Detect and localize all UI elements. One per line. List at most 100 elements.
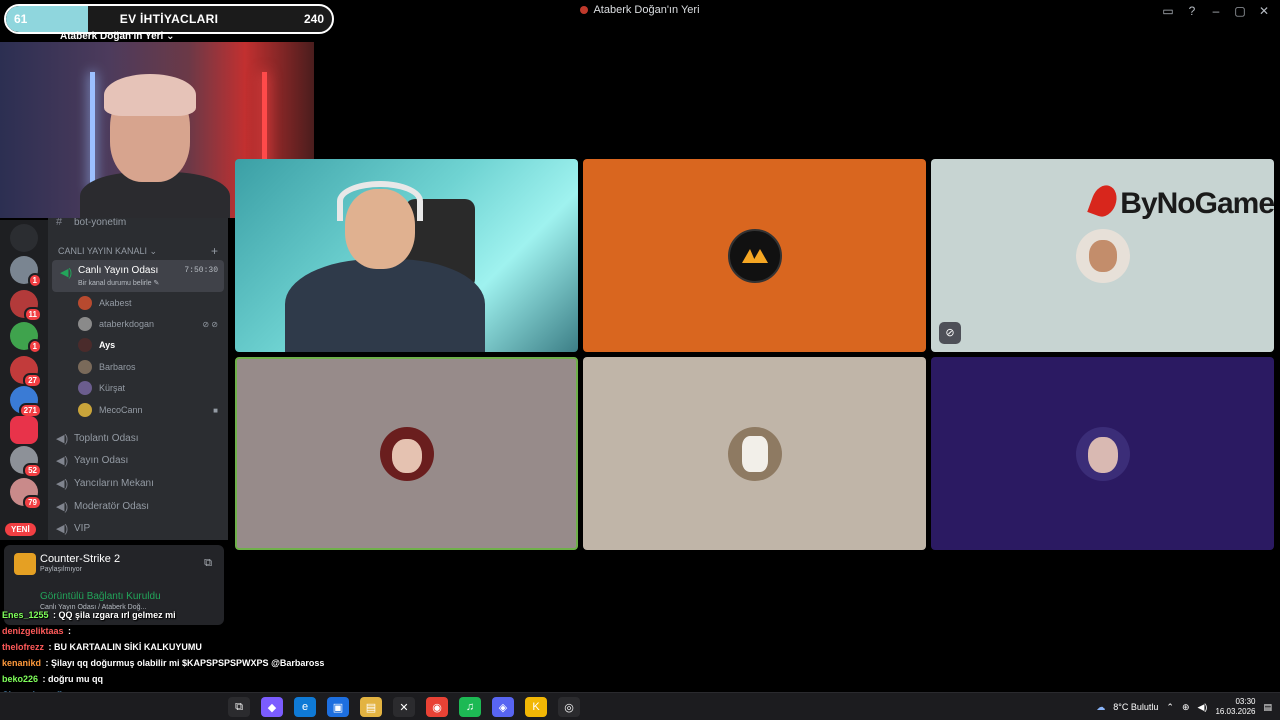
goal-target: 240 (303, 12, 324, 26)
game-status: Paylaşılmıyor (40, 566, 83, 573)
video-tile[interactable] (583, 357, 926, 550)
server-icon[interactable]: 11 (10, 290, 42, 322)
speaker-icon: ◀) (56, 454, 69, 467)
avatar (1075, 228, 1130, 283)
server-icon[interactable]: 1 (10, 322, 42, 354)
avatar-face (391, 439, 422, 474)
app-icon (580, 6, 589, 14)
avatar (78, 403, 92, 417)
voice-channel[interactable]: ◀) Yancıların Mekanı (56, 473, 224, 493)
camera-icon: ■ (213, 406, 218, 415)
minimize-button[interactable]: – (1206, 2, 1226, 20)
voice-member[interactable]: MecoCann (78, 401, 143, 419)
server-icon[interactable]: 79 (10, 478, 42, 510)
server-icon[interactable]: 27 (10, 356, 42, 388)
chat-separator: : (40, 674, 49, 684)
avatar-face (741, 435, 768, 472)
system-tray: ☁ 8°C Bulutlu ⌃ ⊕ ◀) 03:30 16.03.2026 ▤ (1096, 697, 1272, 717)
chat-username[interactable]: thelofrezz (2, 642, 44, 652)
chat-separator: : (50, 610, 59, 620)
voice-member[interactable]: Ays (78, 336, 115, 354)
voice-channel[interactable]: ◀) Toplantı Odası (56, 428, 224, 448)
brand-mark-icon (1087, 181, 1122, 221)
avatar (78, 317, 92, 331)
donation-goal-bar: 61 EV İHTİYACLARI 240 (4, 4, 334, 34)
chat-username[interactable]: Enes_1255 (2, 610, 49, 620)
clock[interactable]: 03:30 16.03.2026 (1215, 697, 1255, 717)
channel-live-room[interactable]: ◀) Canlı Yayın Odası Bir kanal durumu be… (52, 260, 224, 292)
brand-logo: ByNoGame (1087, 181, 1274, 221)
taskbar-app-icon[interactable]: ◆ (261, 697, 283, 717)
avatar (78, 360, 92, 374)
avatar (727, 426, 782, 481)
chat-separator: : (46, 642, 55, 652)
chat-username[interactable]: denizgeliktaas (2, 626, 64, 636)
avatar (78, 338, 92, 352)
notification-icon[interactable]: ▤ (1263, 702, 1272, 713)
taskbar-app-icon[interactable]: ◈ (492, 697, 514, 717)
network-icon[interactable]: ⊕ (1182, 702, 1190, 713)
chat-text: doğru mu qq (48, 674, 104, 684)
video-tile[interactable] (931, 357, 1274, 550)
speaker-icon: ◀) (56, 432, 69, 445)
mention-badge: 1 (27, 339, 42, 354)
voice-connection-status[interactable]: Görüntülü Bağlantı Kuruldu (40, 591, 161, 602)
server-icon[interactable] (10, 416, 38, 444)
tray-chevron-icon[interactable]: ⌃ (1166, 702, 1174, 713)
weather-text[interactable]: 8°C Bulutlu (1113, 702, 1158, 712)
chat-message: beko226 : doğru mu qq (2, 674, 422, 690)
weather-icon: ☁ (1096, 701, 1106, 712)
video-tile[interactable] (583, 159, 926, 352)
server-icon[interactable] (10, 224, 38, 252)
taskbar-apps: ⧉ ◆ e ▣ ▤ ✕ ◉ ♫ ◈ K ◎ (228, 697, 580, 717)
category-header[interactable]: CANLI YAYIN KANALI ⌄ (58, 246, 157, 257)
server-icon[interactable]: 52 (10, 446, 42, 478)
video-tile-speaking[interactable] (235, 357, 578, 550)
server-rail: 1 11 1 27 271 52 79 YENİ (0, 220, 48, 540)
taskbar-app-icon[interactable]: K (525, 697, 547, 717)
deafened-icon: ⊘ (939, 322, 961, 344)
chat-message: denizgeliktaas : (2, 626, 422, 642)
chat-message: kenanikd : Şilayı qq doğurmuş olabilir m… (2, 658, 422, 674)
voice-member[interactable]: Akabest (78, 294, 132, 312)
add-channel-icon[interactable]: + (211, 244, 218, 258)
chat-message: Enes_1255 : QQ şila ızgara ırl gelmez mi (2, 610, 422, 626)
voice-member[interactable]: Kürşat (78, 379, 125, 397)
taskbar-app-icon[interactable]: ▣ (327, 697, 349, 717)
avatar (1075, 426, 1130, 481)
taskbar-app-icon[interactable]: ▤ (360, 697, 382, 717)
taskbar-app-icon[interactable]: ✕ (393, 697, 415, 717)
taskbar-app-icon[interactable]: ◎ (558, 697, 580, 717)
server-name[interactable]: Ataberk Doğan'ın Yeri ⌄ (60, 31, 175, 42)
server-icon[interactable]: 271 (10, 386, 42, 418)
video-tile[interactable] (235, 159, 578, 352)
mention-badge: 11 (23, 307, 42, 322)
voice-member[interactable]: Barbaros (78, 358, 136, 376)
taskbar: ⧉ ◆ e ▣ ▤ ✕ ◉ ♫ ◈ K ◎ ☁ 8°C Bulutlu ⌃ ⊕ ◀) 03:30 1… (0, 692, 1280, 720)
chat-text: QQ şila ızgara ırl gelmez mi (58, 610, 176, 620)
help-icon[interactable]: ? (1182, 2, 1202, 20)
video-tile[interactable]: ByNoGame ⊘ (931, 159, 1274, 352)
voice-channel[interactable]: ◀) Yayın Odası (56, 450, 224, 470)
inbox-icon[interactable]: ▭ (1158, 2, 1178, 20)
speaker-icon: ◀) (56, 477, 69, 490)
voice-channel[interactable]: ◀) VIP (56, 518, 224, 538)
goal-label: EV İHTİYACLARI (119, 12, 219, 26)
chat-username[interactable]: beko226 (2, 674, 38, 684)
chat-message: thelofrezz : BU KARTAALIN SİKİ KALKUYUMU (2, 642, 422, 658)
close-button[interactable]: ✕ (1254, 2, 1274, 20)
share-screen-icon[interactable]: ⧉ (204, 557, 212, 570)
muted-icon: ⊘ ⊘ (202, 320, 218, 329)
taskbar-app-icon[interactable]: ◉ (426, 697, 448, 717)
chat-username[interactable]: kenanikd (2, 658, 41, 668)
taskbar-app-icon[interactable]: e (294, 697, 316, 717)
voice-member[interactable]: ataberkdogan (78, 315, 154, 333)
volume-icon[interactable]: ◀) (1198, 702, 1208, 713)
voice-channel[interactable]: ◀) Moderatör Odası (56, 496, 224, 516)
channel-list: # bot-yonetim CANLI YAYIN KANALI ⌄ + ◀) C… (48, 210, 228, 540)
taskbar-app-icon[interactable]: ♫ (459, 697, 481, 717)
taskbar-app-icon[interactable]: ⧉ (228, 697, 250, 717)
avatar (78, 381, 92, 395)
server-icon[interactable]: 1 (10, 256, 42, 288)
maximize-button[interactable]: ▢ (1230, 2, 1250, 20)
